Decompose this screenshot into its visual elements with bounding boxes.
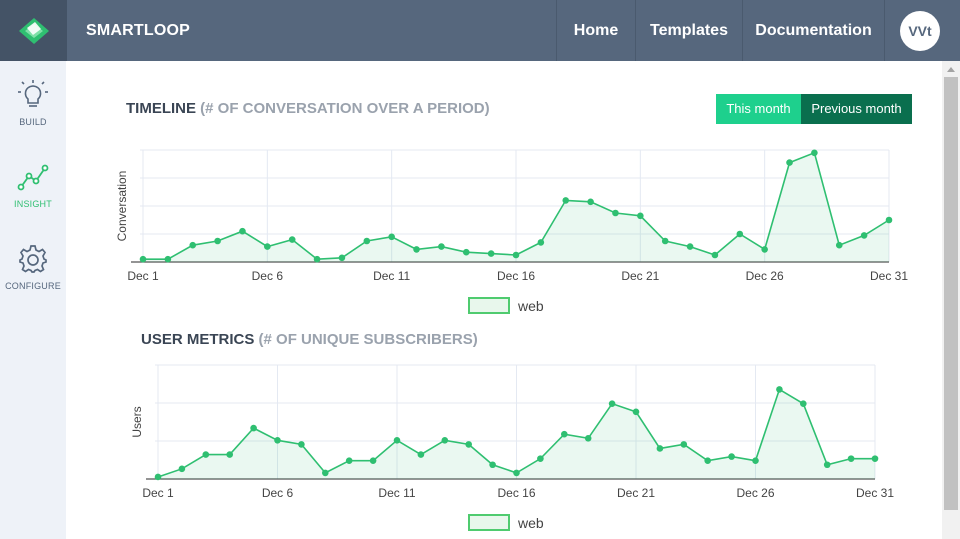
data-point xyxy=(250,424,257,432)
data-point xyxy=(345,457,353,464)
data-point xyxy=(465,441,473,448)
data-point xyxy=(632,408,640,416)
data-point xyxy=(728,453,735,460)
data-point xyxy=(154,473,162,481)
data-point xyxy=(393,437,401,444)
data-point xyxy=(202,451,210,458)
data-point xyxy=(298,441,305,448)
data-point xyxy=(608,400,616,407)
data-point xyxy=(800,400,807,407)
data-point xyxy=(369,457,377,464)
x-tick-label: Dec 21 xyxy=(617,486,655,500)
data-point xyxy=(513,469,520,477)
data-point xyxy=(847,455,855,462)
data-point xyxy=(322,469,329,477)
data-point xyxy=(417,451,425,458)
y-axis-label: Users xyxy=(130,406,144,437)
x-tick-label: Dec 1 xyxy=(142,486,174,500)
x-tick-label: Dec 26 xyxy=(736,486,774,500)
data-point xyxy=(704,457,711,464)
data-point xyxy=(656,445,664,452)
data-point xyxy=(441,437,449,444)
legend-swatch-web xyxy=(468,514,510,531)
data-point xyxy=(274,437,281,444)
data-point xyxy=(178,465,186,473)
data-point xyxy=(823,461,831,469)
data-point xyxy=(680,441,688,448)
data-point xyxy=(226,451,233,458)
user-metrics-legend[interactable]: web xyxy=(468,514,544,531)
x-tick-label: Dec 16 xyxy=(497,486,535,500)
data-point xyxy=(752,457,759,464)
x-tick-label: Dec 31 xyxy=(856,486,894,500)
data-point xyxy=(489,461,496,469)
x-tick-label: Dec 6 xyxy=(262,486,294,500)
user-metrics-legend-label: web xyxy=(518,514,544,531)
user-metrics-chart: Dec 1 Dec 6 Dec 11 Dec 16 Dec 21 Dec 26 Dec 31… xyxy=(130,364,894,500)
x-tick-label: Dec 11 xyxy=(378,486,415,500)
data-point xyxy=(561,430,568,438)
data-point xyxy=(871,455,879,462)
data-point xyxy=(776,386,783,393)
data-point xyxy=(537,455,544,462)
data-point xyxy=(584,434,592,442)
